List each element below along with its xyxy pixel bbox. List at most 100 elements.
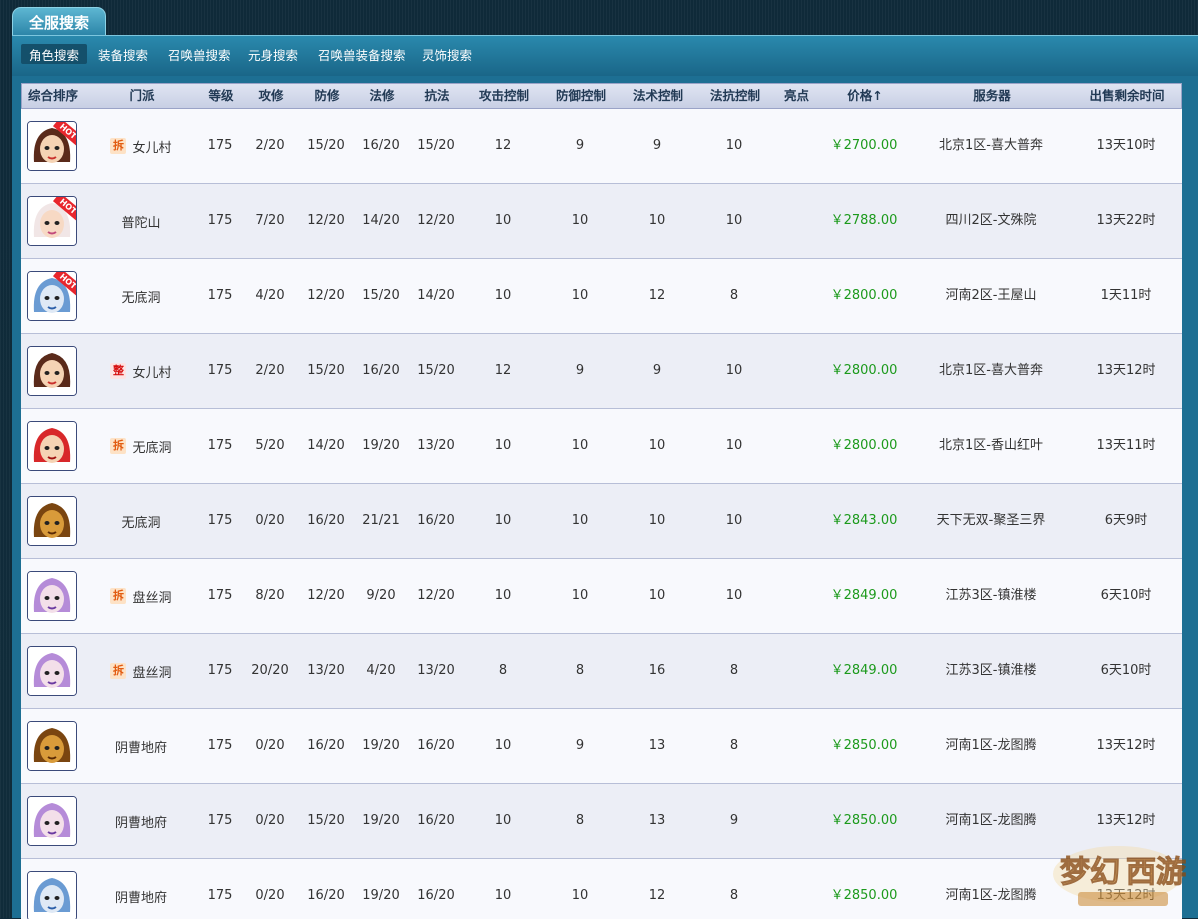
table-row[interactable]: 拆盘丝洞 175 8/20 12/20 9/20 12/20 10 10 10 10 ￥2849.0… xyxy=(21,559,1182,634)
avatar-girl-redhair-icon[interactable] xyxy=(27,421,77,471)
subtab-accessory-search[interactable]: 灵饰搜索 xyxy=(414,44,480,64)
cell-attack: 0/20 xyxy=(255,738,285,753)
cell-time-left: 13天12时 xyxy=(1096,813,1156,828)
subtab-pet-equipment-search[interactable]: 召唤兽装备搜索 xyxy=(310,44,414,64)
cell-magic-control: 13 xyxy=(648,738,666,753)
cell-resist-control: 10 xyxy=(725,138,743,153)
cell-resist-control: 10 xyxy=(725,588,743,603)
cell-attack-control: 10 xyxy=(494,438,512,453)
cell-defense: 12/20 xyxy=(307,213,345,228)
cell-level: 175 xyxy=(207,888,233,903)
table-header: 综合排序 门派 等级 攻修 防修 法修 抗法 攻击控制 防御控制 法术控制 法抗… xyxy=(21,83,1182,109)
cell-time-left: 13天12时 xyxy=(1096,738,1156,753)
avatar-girl-purple-icon[interactable] xyxy=(27,646,77,696)
cell-attack: 0/20 xyxy=(255,888,285,903)
cell-school: 无底洞 xyxy=(101,259,181,333)
col-defense-control[interactable]: 防御控制 xyxy=(545,84,617,108)
col-resist[interactable]: 抗法 xyxy=(412,84,462,108)
col-server: 服务器 xyxy=(973,88,1011,103)
cell-resist: 16/20 xyxy=(417,888,455,903)
col-attack[interactable]: 攻修 xyxy=(247,84,295,108)
subtab-pet-search[interactable]: 召唤兽搜索 xyxy=(160,44,239,64)
cell-magic-control: 10 xyxy=(648,513,666,528)
cell-defense: 12/20 xyxy=(307,288,345,303)
table-row[interactable]: HOT 无底洞 175 4/20 12/20 15/20 14/20 10 10 12 8 ￥2800… xyxy=(21,259,1182,334)
col-time-left[interactable]: 出售剩余时间 xyxy=(1077,84,1177,108)
cell-server: 北京1区-喜大普奔 xyxy=(939,138,1043,153)
cell-resist: 16/20 xyxy=(417,738,455,753)
col-rank[interactable]: 综合排序 xyxy=(22,84,84,108)
table-row[interactable]: 拆盘丝洞 175 20/20 13/20 4/20 13/20 8 8 16 8 ￥2849.00 江… xyxy=(21,634,1182,709)
school-name: 阴曹地府 xyxy=(114,815,167,831)
cell-price: ￥2849.00 xyxy=(830,588,898,603)
cell-defense-control: 10 xyxy=(571,888,589,903)
cell-time-left: 6天10时 xyxy=(1100,588,1152,603)
cell-attack: 2/20 xyxy=(255,138,285,153)
split-badge: 拆 xyxy=(110,138,127,154)
cell-magic: 19/20 xyxy=(362,438,400,453)
table-row[interactable]: 阴曹地府 175 0/20 16/20 19/20 16/20 10 10 12 8 ￥2850.0… xyxy=(21,859,1182,919)
main-panel: 角色搜索 装备搜索 召唤兽搜索 元身搜索 召唤兽装备搜索 灵饰搜索 综合排序 门… xyxy=(12,35,1198,919)
avatar-girl-blue-icon[interactable]: HOT xyxy=(27,271,77,321)
table-row[interactable]: 阴曹地府 175 0/20 15/20 19/20 16/20 10 8 13 9 ￥2850.00… xyxy=(21,784,1182,859)
avatar-girl-purple-icon[interactable] xyxy=(27,796,77,846)
cell-magic: 16/20 xyxy=(362,138,400,153)
col-resist-control[interactable]: 法抗控制 xyxy=(699,84,771,108)
cell-defense-control: 10 xyxy=(571,438,589,453)
cell-time-left: 6天9时 xyxy=(1104,513,1148,528)
col-magic[interactable]: 法修 xyxy=(357,84,407,108)
cell-price: ￥2800.00 xyxy=(830,438,898,453)
cell-magic-control: 13 xyxy=(648,813,666,828)
cell-time-left: 13天11时 xyxy=(1096,438,1156,453)
cell-server: 河南1区-龙图腾 xyxy=(945,813,1037,828)
avatar-girl-red-icon[interactable] xyxy=(27,346,77,396)
avatar-girl-purple-icon[interactable] xyxy=(27,571,77,621)
col-magic-control[interactable]: 法术控制 xyxy=(622,84,694,108)
school-name: 无底洞 xyxy=(121,515,161,531)
cell-attack: 8/20 xyxy=(255,588,285,603)
table-row[interactable]: 无底洞 175 0/20 16/20 21/21 16/20 10 10 10 10 ￥2843.0… xyxy=(21,484,1182,559)
col-attack-control[interactable]: 攻击控制 xyxy=(468,84,540,108)
school-name: 女儿村 xyxy=(132,140,172,156)
cell-server: 四川2区-文殊院 xyxy=(945,213,1037,228)
table-row[interactable]: HOT 普陀山 175 7/20 12/20 14/20 12/20 10 10 10 10 ￥278… xyxy=(21,184,1182,259)
cell-price: ￥2800.00 xyxy=(830,363,898,378)
cell-defense: 16/20 xyxy=(307,513,345,528)
cell-magic-control: 9 xyxy=(652,138,662,153)
cell-defense: 15/20 xyxy=(307,813,345,828)
cell-resist: 16/20 xyxy=(417,513,455,528)
table-row[interactable]: 拆无底洞 175 5/20 14/20 19/20 13/20 10 10 10 10 ￥2800.… xyxy=(21,409,1182,484)
cell-resist: 15/20 xyxy=(417,138,455,153)
avatar-girl-blue-icon[interactable] xyxy=(27,871,77,919)
col-defense[interactable]: 防修 xyxy=(302,84,352,108)
cell-defense-control: 10 xyxy=(571,288,589,303)
cell-resist-control: 8 xyxy=(729,288,739,303)
subtab-yuanshen-search[interactable]: 元身搜索 xyxy=(240,44,306,64)
cell-magic-control: 9 xyxy=(652,363,662,378)
cell-level: 175 xyxy=(207,363,233,378)
cell-defense-control: 10 xyxy=(571,588,589,603)
table-row[interactable]: 阴曹地府 175 0/20 16/20 19/20 16/20 10 9 13 8 ￥2850.00… xyxy=(21,709,1182,784)
table-row[interactable]: 整女儿村 175 2/20 15/20 16/20 15/20 12 9 9 10 ￥2800.00… xyxy=(21,334,1182,409)
cell-defense-control: 9 xyxy=(575,738,585,753)
school-name: 女儿村 xyxy=(132,365,172,381)
cell-school: 拆盘丝洞 xyxy=(101,559,181,633)
subtab-role-search[interactable]: 角色搜索 xyxy=(21,44,88,64)
table-row[interactable]: HOT 拆女儿村 175 2/20 15/20 16/20 15/20 12 9 9 10 ￥2700… xyxy=(21,109,1182,184)
cell-price: ￥2850.00 xyxy=(830,738,898,753)
cell-attack-control: 10 xyxy=(494,513,512,528)
cell-magic: 19/20 xyxy=(362,738,400,753)
avatar-girl-pink-icon[interactable]: HOT xyxy=(27,196,77,246)
col-level[interactable]: 等级 xyxy=(197,84,245,108)
avatar-tiger-icon[interactable] xyxy=(27,496,77,546)
avatar-tiger-icon[interactable] xyxy=(27,721,77,771)
cell-magic-control: 10 xyxy=(648,213,666,228)
tab-server-search[interactable]: 全服搜索 xyxy=(12,7,106,36)
col-price[interactable]: 价格↑ xyxy=(830,84,900,108)
cell-attack-control: 10 xyxy=(494,888,512,903)
cell-time-left: 13天22时 xyxy=(1096,213,1156,228)
avatar-girl-red-icon[interactable]: HOT xyxy=(27,121,77,171)
subtab-equipment-search[interactable]: 装备搜索 xyxy=(90,44,156,64)
cell-defense-control: 8 xyxy=(575,663,585,678)
cell-time-left: 13天12时 xyxy=(1096,363,1156,378)
